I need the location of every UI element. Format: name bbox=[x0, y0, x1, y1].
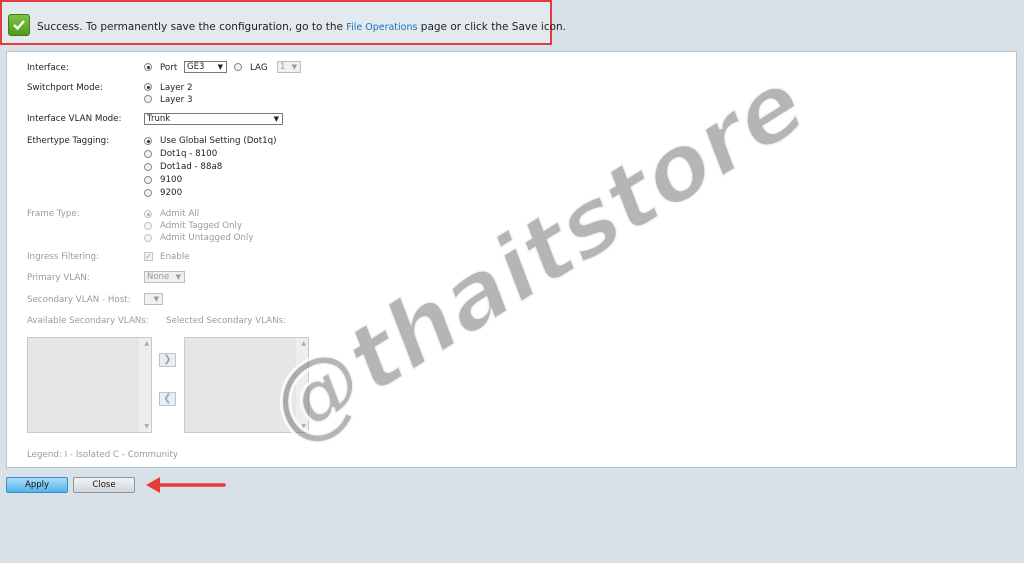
message-text: Success. To permanently save the configu… bbox=[37, 21, 347, 33]
ethertype-dot1q-label: Dot1q - 8100 bbox=[160, 149, 218, 159]
secondary-host-label: Secondary VLAN - Host: bbox=[27, 295, 131, 305]
primary-vlan-label: Primary VLAN: bbox=[27, 273, 90, 283]
legend-text: Legend: I - Isolated C - Community bbox=[27, 450, 178, 460]
admit-untagged-radio[interactable] bbox=[144, 234, 152, 242]
ingress-enable-label: Enable bbox=[160, 252, 190, 262]
ethertype-9200-radio[interactable] bbox=[144, 189, 152, 197]
admit-all-radio[interactable] bbox=[144, 210, 152, 218]
move-right-button[interactable]: ❯ bbox=[159, 353, 176, 367]
ethertype-dot1ad-label: Dot1ad - 88a8 bbox=[160, 162, 223, 172]
ethertype-global-radio[interactable] bbox=[144, 137, 152, 145]
move-left-button[interactable]: ❮ bbox=[159, 392, 176, 406]
vlan-mode-value: Trunk bbox=[147, 114, 171, 124]
chevron-down-icon: ▼ bbox=[273, 115, 279, 123]
layer3-label: Layer 3 bbox=[160, 95, 193, 105]
vlan-mode-select[interactable]: Trunk ▼ bbox=[144, 113, 283, 125]
chevron-down-icon: ▼ bbox=[291, 63, 297, 71]
chevron-down-icon: ▼ bbox=[217, 63, 223, 71]
admit-tagged-label: Admit Tagged Only bbox=[160, 221, 243, 231]
interface-label: Interface: bbox=[27, 63, 69, 73]
available-vlans-label: Available Secondary VLANs: bbox=[27, 316, 149, 326]
success-banner: Success. To permanently save the configu… bbox=[0, 0, 566, 45]
port-select-value: GE3 bbox=[187, 62, 205, 72]
chevron-down-icon: ▼ bbox=[153, 295, 159, 303]
frame-type-label: Frame Type: bbox=[27, 209, 80, 219]
lag-select[interactable]: 1 ▼ bbox=[277, 61, 301, 73]
switchport-mode-label: Switchport Mode: bbox=[27, 83, 103, 93]
ingress-filtering-label: Ingress Filtering: bbox=[27, 252, 99, 262]
secondary-host-select[interactable]: ▼ bbox=[144, 293, 163, 305]
layer3-radio[interactable] bbox=[144, 95, 152, 103]
admit-all-label: Admit All bbox=[160, 209, 200, 219]
selected-vlans-label: Selected Secondary VLANs: bbox=[166, 316, 287, 326]
lag-label: LAG bbox=[250, 63, 268, 73]
lag-radio[interactable] bbox=[234, 63, 242, 71]
ethertype-9100-label: 9100 bbox=[160, 175, 183, 185]
layer2-label: Layer 2 bbox=[160, 83, 193, 93]
list-scrollbar[interactable] bbox=[139, 338, 151, 432]
primary-vlan-select[interactable]: None ▼ bbox=[144, 271, 185, 283]
close-button[interactable]: Close bbox=[73, 477, 135, 493]
arrow-left-icon bbox=[146, 477, 226, 493]
scroll-up-icon[interactable]: ▲ bbox=[144, 340, 149, 347]
port-radio[interactable] bbox=[144, 63, 152, 71]
file-operations-link[interactable]: File Operations bbox=[346, 22, 417, 33]
ethertype-global-label: Use Global Setting (Dot1q) bbox=[160, 136, 277, 146]
chevron-right-icon: ❯ bbox=[163, 354, 172, 365]
lag-select-value: 1 bbox=[280, 62, 286, 72]
ethertype-label: Ethertype Tagging: bbox=[27, 136, 110, 146]
ethertype-9200-label: 9200 bbox=[160, 188, 183, 198]
success-message: Success. To permanently save the configu… bbox=[37, 21, 566, 33]
primary-vlan-value: None bbox=[147, 272, 170, 282]
ethertype-9100-radio[interactable] bbox=[144, 176, 152, 184]
ingress-enable-checkbox[interactable]: ✓ bbox=[144, 252, 153, 261]
layer2-radio[interactable] bbox=[144, 83, 152, 91]
port-select[interactable]: GE3 ▼ bbox=[184, 61, 227, 73]
vlan-mode-label: Interface VLAN Mode: bbox=[27, 114, 122, 124]
ethertype-dot1q-radio[interactable] bbox=[144, 150, 152, 158]
message-text-end: page or click the Save icon. bbox=[417, 21, 567, 33]
available-vlans-list[interactable]: ▲ ▼ bbox=[27, 337, 152, 433]
admit-untagged-label: Admit Untagged Only bbox=[160, 233, 254, 243]
port-label: Port bbox=[160, 63, 178, 73]
ethertype-dot1ad-radio[interactable] bbox=[144, 163, 152, 171]
apply-button[interactable]: Apply bbox=[6, 477, 68, 493]
admit-tagged-radio[interactable] bbox=[144, 222, 152, 230]
check-icon bbox=[8, 14, 30, 36]
chevron-left-icon: ❮ bbox=[163, 393, 172, 404]
chevron-down-icon: ▼ bbox=[175, 273, 181, 281]
scroll-down-icon[interactable]: ▼ bbox=[144, 423, 149, 430]
